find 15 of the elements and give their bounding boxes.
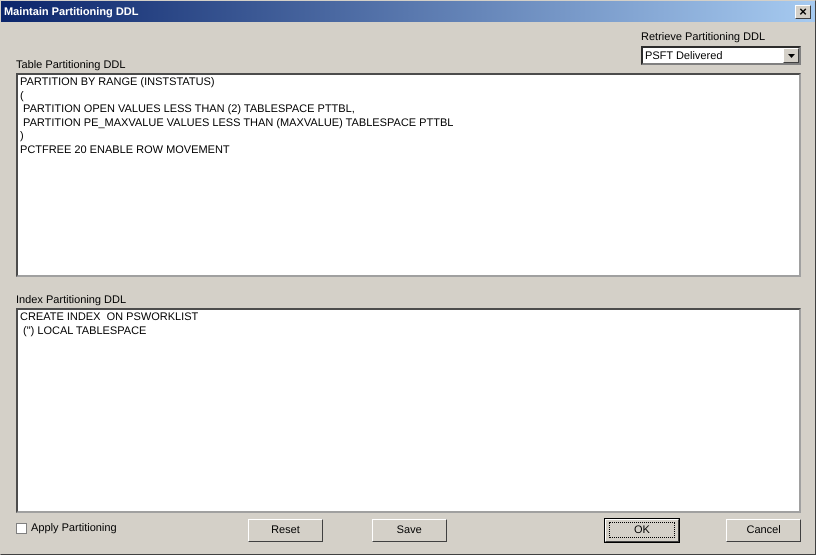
- dialog-button[interactable]: Cancel: [726, 518, 801, 542]
- window-title: Maintain Partitioning DDL: [4, 6, 138, 18]
- index-ddl-label: Index Partitioning DDL: [16, 294, 128, 306]
- dialog-button[interactable]: Reset: [248, 518, 323, 542]
- retrieve-dropdown[interactable]: PSFT Delivered: [641, 46, 801, 65]
- index-ddl-field[interactable]: CREATE INDEX ON PSWORKLIST (") LOCAL TABLESPACE: [16, 308, 801, 513]
- dropdown-arrow-icon: [788, 54, 794, 58]
- close-button[interactable]: ×: [795, 4, 811, 18]
- apply-partitioning-label: Apply Partitioning: [31, 522, 117, 534]
- apply-partitioning-checkbox[interactable]: [16, 522, 27, 534]
- table-ddl-field[interactable]: PARTITION BY RANGE (INSTSTATUS) ( PARTITION OPEN VALUES LESS THAN (2) TABLESPACE PTTBL, PARTITION PE_MAXVALUE VALUES LESS THAN (MAXVALUE) TABLESPACE PTTBL ) PCTFREE 20 ENABLE ROW MOVEMENT: [16, 73, 801, 277]
- dialog-button[interactable]: OK: [604, 518, 680, 542]
- table-ddl-label: Table Partitioning DDL: [16, 59, 126, 71]
- dialog-button[interactable]: Save: [372, 518, 447, 542]
- retrieve-label: Retrieve Partitioning DDL: [641, 31, 766, 43]
